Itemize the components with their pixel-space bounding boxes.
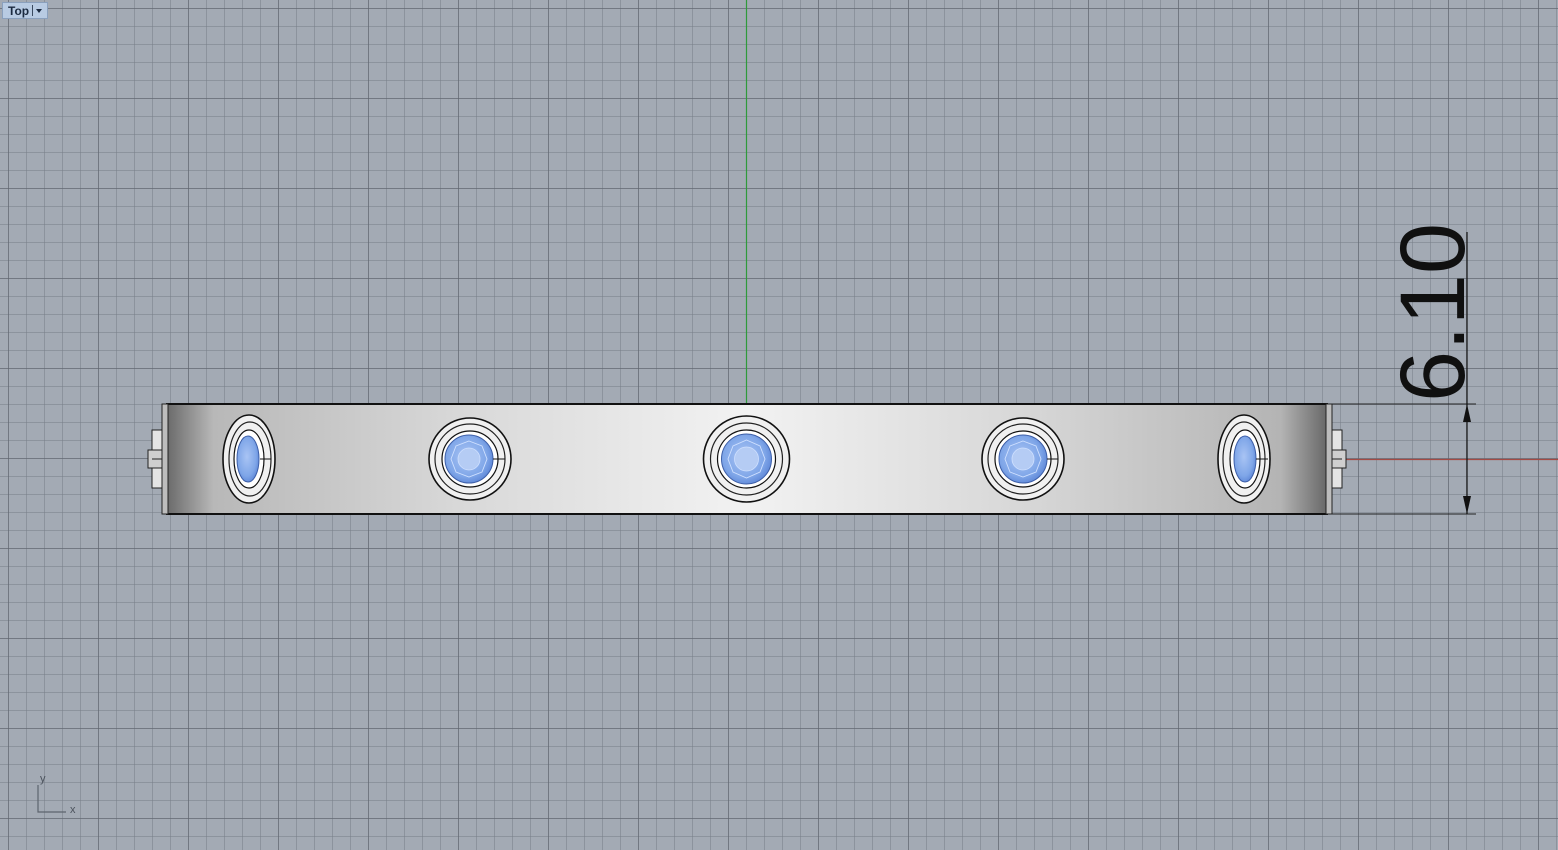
world-axes-icon: y x: [37, 773, 76, 816]
viewport-title-label[interactable]: Top: [3, 4, 32, 18]
axis-icon-y-label: y: [40, 773, 46, 785]
viewport-tab-separator: [32, 5, 34, 16]
dimension-arrow-top: [1463, 404, 1471, 422]
stone-3[interactable]: [702, 415, 791, 503]
axis-icon-x-label: x: [70, 804, 76, 816]
stone-1[interactable]: [222, 414, 276, 504]
dimension-arrow-bottom: [1463, 496, 1471, 514]
top-viewport[interactable]: 6.10 y x Top: [0, 0, 1558, 850]
right-end-cap: [1325, 403, 1347, 515]
viewport-title-tab[interactable]: Top: [2, 2, 48, 19]
stone-2[interactable]: [428, 417, 512, 501]
dimension-value: 6.10: [1382, 223, 1484, 402]
dimension-annotation[interactable]: 6.10: [1327, 223, 1484, 515]
stone-4[interactable]: [981, 417, 1065, 501]
viewport-scene[interactable]: 6.10 y x: [0, 0, 1558, 850]
left-end-cap: [147, 403, 169, 515]
chevron-down-icon[interactable]: [36, 8, 43, 13]
stone-5[interactable]: [1217, 414, 1271, 504]
